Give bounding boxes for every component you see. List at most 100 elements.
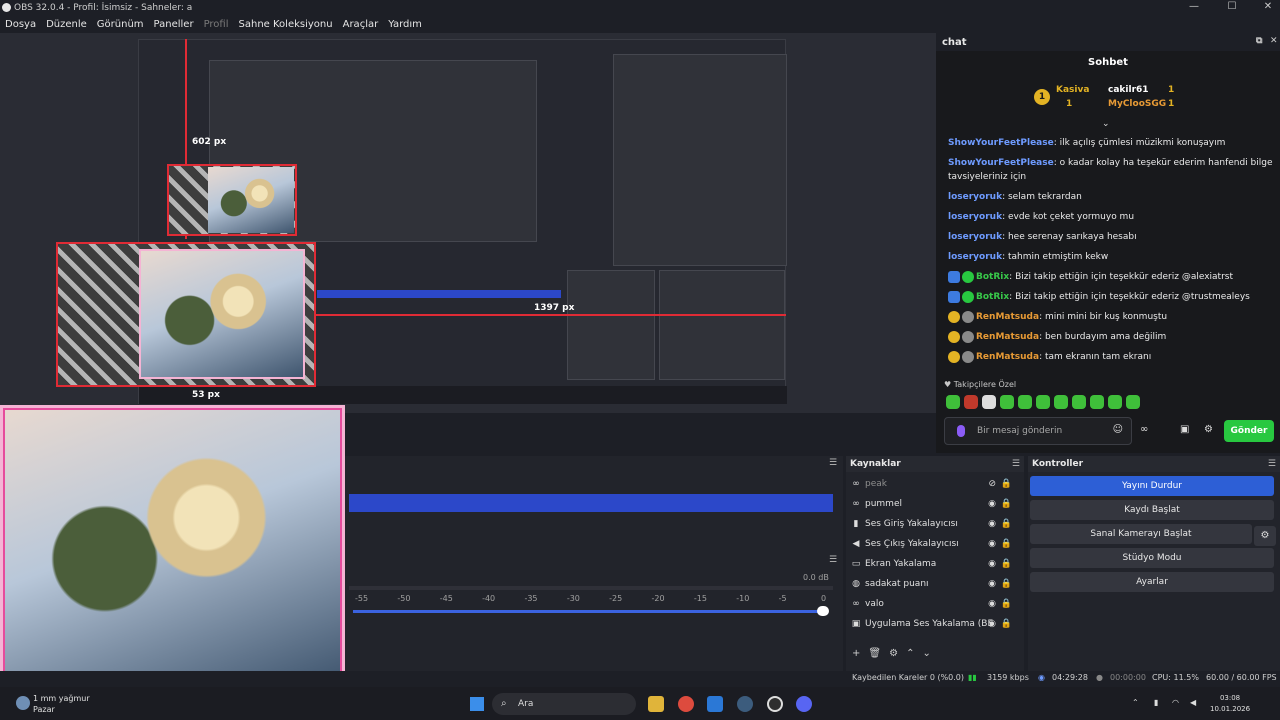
chat-username[interactable]: BotRix: [976, 292, 1009, 302]
lock-icon[interactable]: 🔒: [1001, 519, 1012, 529]
weather-icon[interactable]: [16, 696, 30, 710]
add-icon[interactable]: +: [852, 648, 860, 659]
eye-icon[interactable]: ◉: [988, 519, 996, 529]
eye-icon[interactable]: ◉: [988, 539, 996, 549]
close-icon[interactable]: ✕: [1256, 0, 1280, 15]
panel-menu-icon[interactable]: ☰: [1268, 459, 1276, 469]
emote-icon[interactable]: [1090, 395, 1104, 409]
menu-help[interactable]: Yardım: [383, 19, 427, 30]
mixer-menu-icon[interactable]: ☰: [829, 458, 837, 468]
gear-icon[interactable]: ⚙: [1254, 526, 1276, 546]
wifi-icon[interactable]: ◠: [1172, 698, 1179, 707]
volume-slider-track[interactable]: [353, 610, 825, 613]
source-item-audio-input[interactable]: ▮ Ses Giriş Yakalayıcısı ◉ 🔒: [846, 514, 1024, 534]
volume-slider-handle[interactable]: [817, 606, 829, 616]
source-item-screen-capture[interactable]: ▭ Ekran Yakalama ◉ 🔒: [846, 554, 1024, 574]
chat-username[interactable]: ShowYourFeetPlease: [948, 158, 1054, 168]
emote-icon[interactable]: [1126, 395, 1140, 409]
chat-username[interactable]: loseryoruk: [948, 212, 1002, 222]
weather-widget[interactable]: 1 mm yağmur Pazar: [33, 693, 90, 715]
chat-username[interactable]: loseryoruk: [948, 192, 1002, 202]
lock-icon[interactable]: 🔒: [1001, 479, 1012, 489]
send-button[interactable]: Gönder: [1224, 420, 1274, 442]
emote-icon[interactable]: [1054, 395, 1068, 409]
volume-icon[interactable]: ◀: [1190, 698, 1196, 707]
close-dock-icon[interactable]: ✕: [1270, 36, 1278, 46]
emote-icon[interactable]: [1036, 395, 1050, 409]
obs-icon[interactable]: [767, 696, 783, 712]
source-item-peak[interactable]: ∞ peak ⊘ 🔒: [846, 474, 1024, 494]
chat-message-input[interactable]: Bir mesaj gönderin ☺: [944, 417, 1132, 445]
lock-icon[interactable]: 🔒: [1001, 559, 1012, 569]
menu-profile[interactable]: Profil: [199, 19, 234, 30]
chrome-icon[interactable]: [678, 696, 694, 712]
chevron-down-icon[interactable]: ⌄: [1102, 119, 1110, 129]
emote-icon[interactable]: [982, 395, 996, 409]
source-item-pummel[interactable]: ∞ pummel ◉ 🔒: [846, 494, 1024, 514]
start-virtual-camera-button[interactable]: Sanal Kamerayı Başlat: [1030, 524, 1252, 544]
menu-edit[interactable]: Düzenle: [41, 19, 92, 30]
panel-menu-icon[interactable]: ☰: [1012, 459, 1020, 469]
store-icon[interactable]: [707, 696, 723, 712]
emoji-icon[interactable]: ☺: [1113, 424, 1123, 435]
chat-username[interactable]: RenMatsuda: [976, 332, 1039, 342]
minimize-icon[interactable]: —: [1182, 0, 1206, 15]
lock-icon[interactable]: 🔒: [1001, 579, 1012, 589]
mixer-menu-icon[interactable]: ☰: [829, 555, 837, 565]
chat-username[interactable]: RenMatsuda: [976, 352, 1039, 362]
trash-icon[interactable]: 🗑: [868, 648, 881, 659]
mixer-volume-bar[interactable]: [349, 494, 833, 512]
discord-icon[interactable]: [796, 696, 812, 712]
studio-mode-button[interactable]: Stüdyo Modu: [1030, 548, 1274, 568]
chevron-up-icon[interactable]: ⌃: [1132, 698, 1139, 707]
emote-icon[interactable]: [1108, 395, 1122, 409]
gear-icon[interactable]: ⚙: [889, 648, 898, 659]
float-dock-icon[interactable]: ⧉: [1256, 36, 1262, 46]
lock-icon[interactable]: 🔒: [1001, 599, 1012, 609]
start-recording-button[interactable]: Kaydı Başlat: [1030, 500, 1274, 520]
lock-icon[interactable]: 🔒: [1001, 499, 1012, 509]
chat-username[interactable]: ShowYourFeetPlease: [948, 138, 1054, 148]
eye-icon[interactable]: ◉: [988, 619, 996, 629]
system-clock[interactable]: 03:08 10.01.2026: [1210, 693, 1250, 715]
taskbar-search[interactable]: ⌕ Ara: [492, 693, 636, 715]
microphone-icon[interactable]: [957, 425, 965, 437]
eye-slash-icon[interactable]: ⊘: [988, 479, 996, 489]
menu-file[interactable]: Dosya: [0, 19, 41, 30]
chat-username[interactable]: loseryoruk: [948, 232, 1002, 242]
chat-username[interactable]: RenMatsuda: [976, 312, 1039, 322]
menu-scene-collection[interactable]: Sahne Koleksiyonu: [234, 19, 338, 30]
emote-icon[interactable]: [964, 395, 978, 409]
lock-icon[interactable]: 🔒: [1001, 539, 1012, 549]
steam-icon[interactable]: [737, 696, 753, 712]
microphone-icon[interactable]: ▮: [1154, 698, 1158, 707]
emote-icon[interactable]: [1072, 395, 1086, 409]
maximize-icon[interactable]: ☐: [1220, 0, 1244, 15]
stop-streaming-button[interactable]: Yayını Durdur: [1030, 476, 1274, 496]
menu-view[interactable]: Görünüm: [92, 19, 149, 30]
source-item-loyalty[interactable]: ◍ sadakat puanı ◉ 🔒: [846, 574, 1024, 594]
emote-icon[interactable]: [946, 395, 960, 409]
lock-icon[interactable]: 🔒: [1001, 619, 1012, 629]
move-up-icon[interactable]: ⌃: [906, 648, 914, 659]
gift-icon[interactable]: ▣: [1180, 424, 1189, 435]
source-item-app-audio[interactable]: ▣ Uygulama Ses Yakalama (BE ◉ 🔒: [846, 614, 1024, 634]
eye-icon[interactable]: ◉: [988, 499, 996, 509]
chat-username[interactable]: loseryoruk: [948, 252, 1002, 262]
gear-icon[interactable]: ⚙: [1204, 424, 1213, 435]
emote-icon[interactable]: [1018, 395, 1032, 409]
infinity-icon[interactable]: ∞: [1140, 424, 1148, 435]
move-down-icon[interactable]: ⌄: [922, 648, 930, 659]
source-item-valo[interactable]: ∞ valo ◉ 🔒: [846, 594, 1024, 614]
chat-username[interactable]: BotRix: [976, 272, 1009, 282]
eye-icon[interactable]: ◉: [988, 559, 996, 569]
source-item-audio-output[interactable]: ◀ Ses Çıkış Yakalayıcısı ◉ 🔒: [846, 534, 1024, 554]
file-explorer-icon[interactable]: [648, 696, 664, 712]
menu-docks[interactable]: Paneller: [149, 19, 199, 30]
emote-icon[interactable]: [1000, 395, 1014, 409]
windows-start-icon[interactable]: [470, 697, 484, 711]
eye-icon[interactable]: ◉: [988, 599, 996, 609]
settings-button[interactable]: Ayarlar: [1030, 572, 1274, 592]
eye-icon[interactable]: ◉: [988, 579, 996, 589]
menu-tools[interactable]: Araçlar: [338, 19, 384, 30]
